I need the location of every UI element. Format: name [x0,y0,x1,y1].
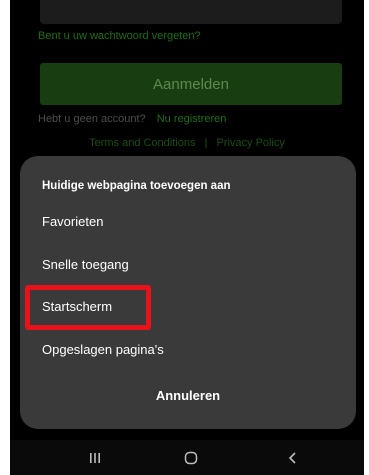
recent-apps-icon[interactable] [80,440,110,475]
navigation-bar [10,440,364,475]
no-account-text: Hebt u geen account? [38,113,146,125]
no-account-row: Hebt u geen account? Nu registreren [38,113,226,125]
sheet-title: Huidige webpagina toevoegen aan [42,180,231,192]
legal-links: Terms and Conditions | Privacy Policy [10,137,364,149]
register-link[interactable]: Nu registreren [157,113,227,125]
menu-item-favorites[interactable]: Favorieten [42,214,103,229]
back-icon[interactable] [278,440,308,475]
home-icon[interactable] [176,440,206,475]
terms-link[interactable]: Terms and Conditions [89,137,195,149]
phone-frame: Bent u uw wachtwoord vergeten? Aanmelden… [0,0,369,475]
privacy-link[interactable]: Privacy Policy [216,137,284,149]
menu-item-quick-access[interactable]: Snelle toegang [42,257,129,272]
login-button[interactable]: Aanmelden [40,63,342,105]
forgot-password-link[interactable]: Bent u uw wachtwoord vergeten? [38,30,201,42]
menu-item-saved-pages[interactable]: Opgeslagen pagina's [42,342,164,357]
highlight-box [25,285,151,330]
password-input[interactable] [40,0,342,24]
legal-separator: | [204,137,208,149]
cancel-button[interactable]: Annuleren [20,388,356,403]
